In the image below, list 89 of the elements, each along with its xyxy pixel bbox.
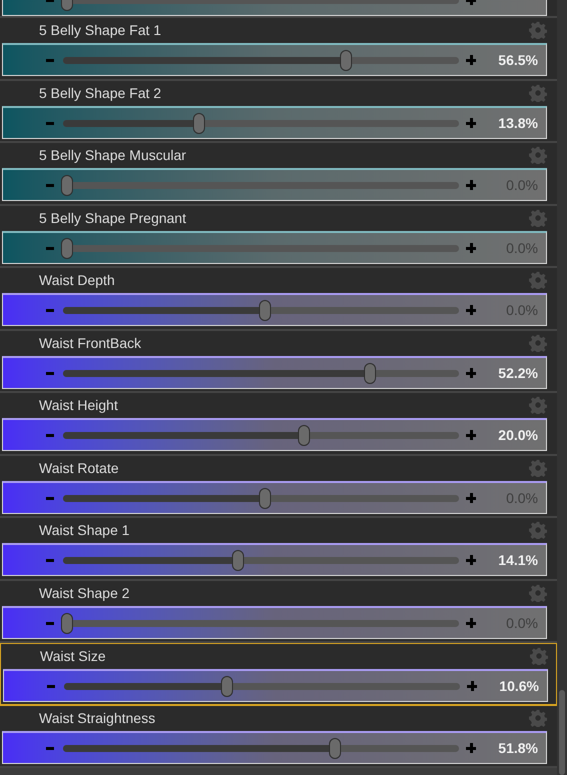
slider-field[interactable]: 10.6% xyxy=(3,669,548,702)
parameter-label: Waist Shape 1 xyxy=(39,521,130,540)
settings-icon[interactable] xyxy=(529,271,547,289)
parameter-label: 5 Belly Shape Fat 2 xyxy=(39,84,162,103)
slider-field[interactable]: 52.2% xyxy=(2,356,547,388)
slider-thumb[interactable] xyxy=(258,300,271,321)
slider-thumb[interactable] xyxy=(364,362,376,384)
parameter-label: 5 Belly Shape Pregnant xyxy=(39,208,186,228)
plus-icon[interactable] xyxy=(466,305,476,315)
slider-track[interactable] xyxy=(61,612,461,634)
slider-track[interactable] xyxy=(61,175,461,196)
parameter-row[interactable]: 5 Belly Shape Fat 1 56.5% xyxy=(0,18,557,80)
slider-thumb[interactable] xyxy=(61,238,73,258)
minus-icon[interactable] xyxy=(46,246,54,250)
parameter-label: Waist Straightness xyxy=(39,708,156,728)
plus-icon[interactable] xyxy=(466,555,476,565)
value-text[interactable]: 13.8% xyxy=(498,114,538,130)
parameter-label: Waist FrontBack xyxy=(39,334,142,352)
minus-icon[interactable] xyxy=(46,496,54,500)
settings-icon[interactable] xyxy=(530,647,548,665)
slider-thumb[interactable] xyxy=(328,738,341,758)
slider-field[interactable]: 14.1% xyxy=(2,543,547,576)
parameter-label: 5 Belly Shape Fat 1 xyxy=(39,21,162,40)
settings-icon[interactable] xyxy=(529,458,547,476)
plus-icon[interactable] xyxy=(466,242,476,252)
parameter-label: 5 Belly Shape Muscular xyxy=(39,146,186,165)
plus-icon[interactable] xyxy=(466,118,476,128)
minus-icon[interactable] xyxy=(46,372,54,374)
settings-icon[interactable] xyxy=(529,84,547,102)
slider-track[interactable] xyxy=(61,300,461,321)
parameter-row[interactable]: Waist FrontBack 52.2% xyxy=(0,330,557,393)
slider-track[interactable] xyxy=(61,238,461,258)
value-text[interactable]: 10.6% xyxy=(499,678,539,694)
scrollbar-thumb[interactable] xyxy=(559,690,565,775)
plus-icon[interactable] xyxy=(466,742,476,752)
value-text[interactable]: 14.1% xyxy=(498,552,538,568)
slider-thumb[interactable] xyxy=(192,112,205,134)
slider-track[interactable] xyxy=(61,425,461,446)
parameter-row[interactable]: Waist Shape 1 14.1% xyxy=(0,518,557,580)
parameter-row[interactable]: Waist Height 20.0% xyxy=(0,393,557,456)
minus-icon[interactable] xyxy=(46,622,54,624)
value-text[interactable]: 20.0% xyxy=(498,427,538,443)
settings-icon[interactable] xyxy=(529,208,547,226)
parameter-row[interactable]: Waist Straightness 51.8% xyxy=(0,706,557,768)
settings-icon[interactable] xyxy=(529,708,547,726)
slider-thumb[interactable] xyxy=(61,175,73,196)
slider-track[interactable] xyxy=(61,362,461,384)
slider-thumb[interactable] xyxy=(258,488,271,508)
minus-icon[interactable] xyxy=(46,746,54,750)
slider-track[interactable] xyxy=(61,488,461,508)
slider-track[interactable] xyxy=(61,738,461,758)
scrollbar[interactable] xyxy=(557,0,567,775)
parameter-row[interactable]: 5 Belly Shape Fat 2 13.8% xyxy=(0,80,557,143)
plus-icon[interactable] xyxy=(466,618,476,628)
slider-track[interactable] xyxy=(61,112,461,134)
slider-thumb[interactable] xyxy=(298,425,310,446)
parameter-label: Waist Size xyxy=(40,647,106,666)
slider-field[interactable]: 13.8% xyxy=(2,106,547,138)
slider-thumb[interactable] xyxy=(61,612,73,634)
settings-icon[interactable] xyxy=(529,21,547,39)
slider-track[interactable] xyxy=(62,676,462,697)
parameter-label: Waist Depth xyxy=(39,271,115,290)
value-text[interactable]: 51.8% xyxy=(498,740,538,756)
settings-icon[interactable] xyxy=(529,521,547,539)
parameter-label: Waist Rotate xyxy=(39,458,119,478)
slider-field[interactable]: 51.8% xyxy=(2,730,547,764)
plus-icon[interactable] xyxy=(466,180,476,190)
slider-thumb[interactable] xyxy=(340,50,352,71)
parameter-label: Waist Shape 2 xyxy=(39,584,130,603)
plus-icon[interactable] xyxy=(467,681,477,691)
plus-icon[interactable] xyxy=(466,368,476,378)
settings-icon[interactable] xyxy=(529,334,547,352)
slider-thumb[interactable] xyxy=(232,550,244,571)
settings-icon[interactable] xyxy=(529,584,547,602)
minus-icon[interactable] xyxy=(46,122,54,124)
value-text[interactable]: 56.5% xyxy=(498,52,538,68)
slider-field[interactable]: 20.0% xyxy=(2,418,547,451)
plus-icon[interactable] xyxy=(466,430,476,440)
settings-icon[interactable] xyxy=(529,396,547,414)
settings-icon[interactable] xyxy=(529,146,547,164)
slider-thumb[interactable] xyxy=(221,676,234,697)
plus-icon[interactable] xyxy=(466,55,476,65)
parameter-row[interactable]: Waist Size 10.6% xyxy=(0,643,557,706)
slider-track[interactable] xyxy=(61,550,461,571)
plus-icon[interactable] xyxy=(466,492,476,502)
slider-track[interactable] xyxy=(61,50,461,71)
value-text[interactable]: 52.2% xyxy=(498,364,538,380)
parameter-label: Waist Height xyxy=(39,396,118,415)
slider-field[interactable]: 56.5% xyxy=(2,43,547,76)
